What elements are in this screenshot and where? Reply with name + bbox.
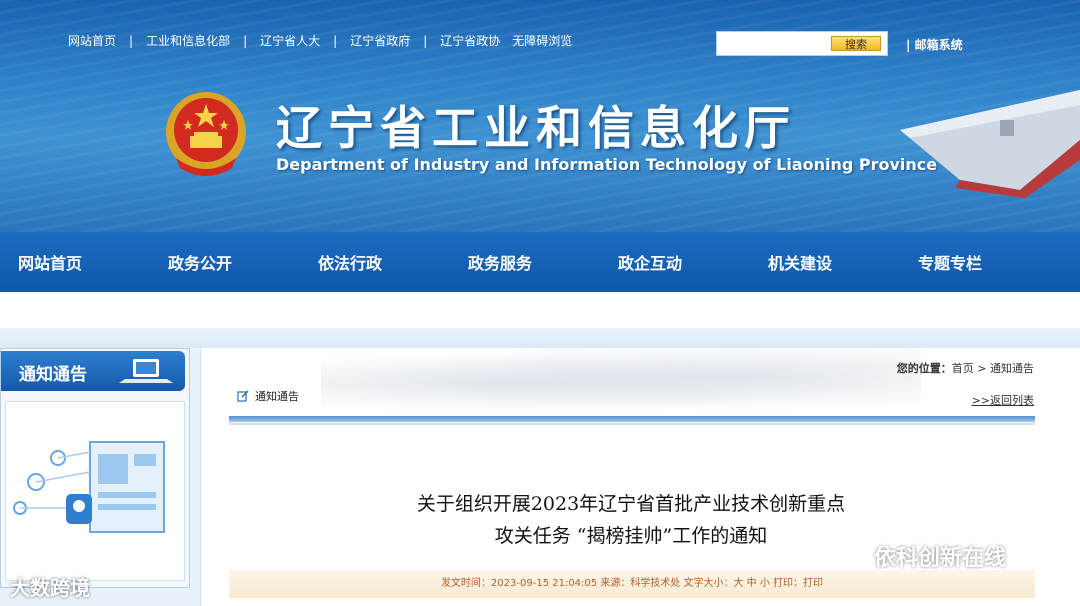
world-map-background (321, 348, 921, 418)
back-to-list-link[interactable]: >>返回列表 (972, 392, 1034, 408)
nav-rule-of-law[interactable]: 依法行政 (300, 250, 450, 274)
computer-icon (119, 359, 173, 383)
spacer (0, 292, 1080, 328)
sidebar-heading: 通知通告 (19, 365, 87, 385)
divider (229, 416, 1035, 422)
watermark-left: 大数跨境 (10, 572, 90, 601)
watermark-left-text: 大数跨境 (10, 576, 90, 600)
divider: | (129, 33, 134, 48)
divider: | (333, 33, 338, 48)
site-title-cn: 辽宁省工业和信息化厅 (276, 101, 796, 155)
article-title-line1: 关于组织开展2023年辽宁省首批产业技术创新重点 (416, 493, 846, 515)
site-header: 网站首页 | 工业和信息化部 | 辽宁省人大 | 辽宁省政府 | 辽宁省政协 无… (0, 0, 1080, 232)
nav-services[interactable]: 政务服务 (450, 250, 600, 274)
nav-interaction[interactable]: 政企互动 (600, 250, 750, 274)
top-link-miit[interactable]: 工业和信息化部 (146, 32, 230, 49)
section-title-label: 通知通告 (255, 390, 299, 403)
top-link-cppcc[interactable]: 辽宁省政协 (440, 32, 500, 49)
nav-home[interactable]: 网站首页 (0, 250, 150, 274)
divider: | (243, 33, 248, 48)
sidebar: 通知通告 (0, 348, 190, 588)
watermark-right: 依科创新在线 (834, 540, 1006, 572)
mail-link-label: 邮箱系统 (914, 38, 963, 52)
breadcrumb-path[interactable]: 首页 > 通知通告 (952, 362, 1034, 375)
search-input[interactable]: 搜索 (716, 31, 888, 56)
network-illustration-icon (13, 441, 165, 533)
nav-gov-affairs[interactable]: 政务公开 (150, 250, 300, 274)
search-button[interactable]: 搜索 (831, 36, 881, 51)
article-meta-text: 发文时间：2023-09-15 21:04:05 来源：科学技术处 文字大小：大… (440, 578, 824, 589)
top-links: 网站首页 | 工业和信息化部 | 辽宁省人大 | 辽宁省政府 | 辽宁省政协 无… (68, 32, 572, 49)
section-title: 通知通告 (237, 388, 299, 404)
edit-icon (237, 390, 249, 402)
spacer-band (0, 328, 1080, 348)
national-emblem-icon (166, 92, 246, 176)
top-link-gov[interactable]: 辽宁省政府 (350, 32, 410, 49)
divider (229, 423, 1035, 425)
sidebar-header: 通知通告 (1, 351, 185, 391)
nav-organization[interactable]: 机关建设 (750, 250, 900, 274)
site-title-en: Department of Industry and Information T… (276, 155, 938, 174)
top-link-home[interactable]: 网站首页 (68, 32, 116, 49)
article-meta: 发文时间：2023-09-15 21:04:05 来源：科学技术处 文字大小：大… (229, 570, 1035, 598)
top-link-npc[interactable]: 辽宁省人大 (260, 32, 320, 49)
aircraft-carrier-image (900, 90, 1080, 198)
sidebar-illustration (5, 401, 185, 581)
mail-link[interactable]: | 邮箱系统 (906, 36, 963, 53)
top-link-accessibility[interactable]: 无障碍浏览 (512, 32, 572, 49)
breadcrumb-label: 您的位置： (896, 362, 952, 375)
wechat-icon (835, 544, 867, 567)
main-nav: 网站首页 政务公开 依法行政 政务服务 政企互动 机关建设 专题专栏 (0, 232, 1080, 292)
breadcrumb: 您的位置：首页 > 通知通告 (897, 360, 1034, 376)
watermark-right-text: 依科创新在线 (874, 546, 1007, 571)
nav-special[interactable]: 专题专栏 (900, 250, 1050, 274)
divider: | (423, 33, 428, 48)
